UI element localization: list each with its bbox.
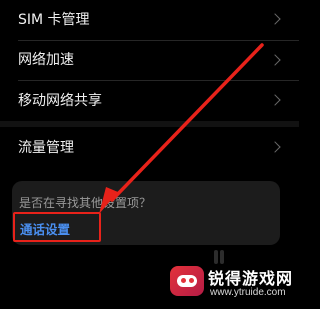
menu-item-mobile-hotspot[interactable]: 移动网络共享 (0, 81, 299, 121)
chevron-right-icon (269, 94, 281, 106)
gamepad-logo-icon (170, 266, 204, 296)
watermark-title: 锐得游戏网 (208, 269, 294, 288)
menu-item-data-management[interactable]: 流量管理 (0, 127, 299, 169)
menu-item-label: 移动网络共享 (18, 93, 102, 109)
menu-item-label: 流量管理 (18, 140, 74, 156)
watermark: 锐得游戏网 www.ytruide.com (170, 258, 295, 306)
menu-item-network-acceleration[interactable]: 网络加速 (0, 41, 299, 80)
chevron-right-icon (269, 141, 281, 153)
menu-item-sim-management[interactable]: SIM 卡管理 (0, 0, 299, 40)
menu-item-label: SIM 卡管理 (18, 12, 90, 28)
highlight-box (13, 212, 101, 242)
chevron-right-icon (269, 13, 281, 25)
chevron-right-icon (269, 54, 281, 66)
menu-item-label: 网络加速 (18, 52, 74, 68)
watermark-url: www.ytruide.com (210, 287, 286, 298)
suggestion-question: 是否在寻找其他设置项？ (19, 196, 152, 210)
